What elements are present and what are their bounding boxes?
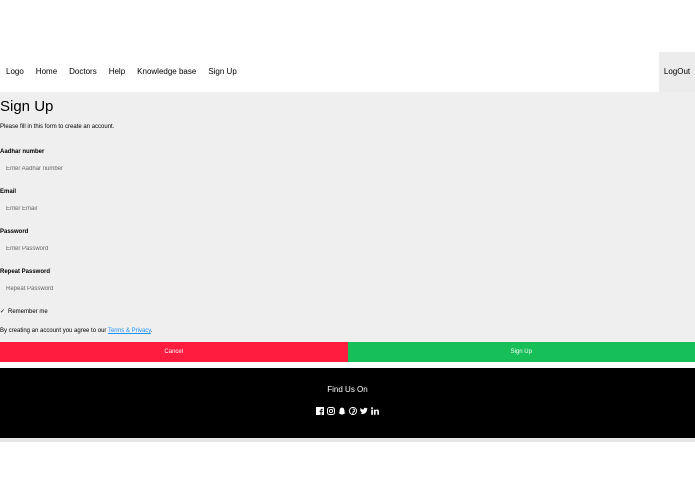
remember-me-label[interactable]: Remember me [8, 309, 48, 315]
terms-prefix: By creating an account you agree to our [0, 328, 108, 334]
remember-me-row: ✓ Remember me [0, 309, 48, 315]
form-intro: Please fill in this form to create an ac… [0, 124, 115, 130]
signup-form: Sign Up Please fill in this form to crea… [0, 92, 695, 362]
remember-me-checkbox[interactable]: ✓ [0, 309, 6, 315]
twitter-icon[interactable] [360, 406, 368, 415]
instagram-icon[interactable] [327, 406, 335, 415]
nav-help[interactable]: Help [103, 52, 131, 92]
pinterest-icon[interactable] [349, 406, 357, 415]
top-navbar: Logo Home Doctors Help Knowledge base Si… [0, 52, 695, 92]
nav-knowledge-base[interactable]: Knowledge base [131, 52, 202, 92]
nav-sign-up[interactable]: Sign Up [202, 52, 242, 92]
signup-button[interactable]: Sign Up [347, 342, 695, 362]
social-links [0, 406, 695, 415]
snapchat-icon[interactable] [338, 406, 346, 415]
cancel-button[interactable]: Cancel [0, 342, 348, 362]
password-input[interactable] [0, 242, 695, 256]
aadhar-input[interactable] [0, 162, 695, 176]
footer: Find Us On [0, 368, 695, 438]
facebook-icon[interactable] [316, 406, 324, 415]
repeat-password-label: Repeat Password [0, 269, 51, 275]
page-title: Sign Up [0, 98, 54, 115]
terms-privacy-link[interactable]: Terms & Privacy [108, 328, 151, 334]
footer-title: Find Us On [327, 385, 368, 394]
email-input[interactable] [0, 202, 695, 216]
form-buttons: Cancel Sign Up [0, 342, 695, 362]
footer-bottom-strip [0, 438, 695, 442]
terms-text: By creating an account you agree to our … [0, 328, 153, 334]
repeat-password-input[interactable] [0, 282, 695, 296]
aadhar-label: Aadhar number [0, 149, 45, 155]
nav-home[interactable]: Home [30, 52, 63, 92]
terms-suffix: . [150, 328, 153, 334]
linkedin-icon[interactable] [371, 406, 379, 415]
password-label: Password [0, 229, 29, 235]
logout-button[interactable]: LogOut [659, 52, 695, 92]
email-label: Email [0, 189, 17, 195]
nav-doctors[interactable]: Doctors [63, 52, 103, 92]
nav-logo[interactable]: Logo [0, 52, 30, 92]
